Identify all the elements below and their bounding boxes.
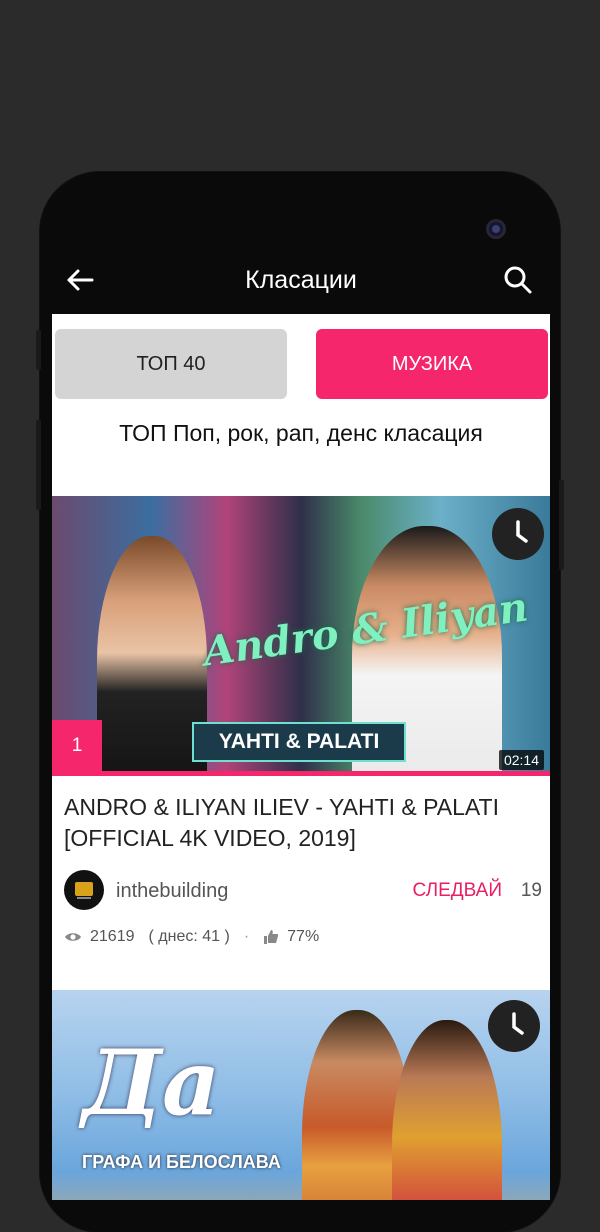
channel-row: inthebuilding СЛЕДВАЙ 19 xyxy=(64,870,542,914)
like-percentage: 77% xyxy=(287,928,320,945)
stats-separator: · xyxy=(243,928,250,945)
thumbnail-accent-line xyxy=(52,771,550,776)
screen-content: ТОП 40 МУЗИКА ТОП Поп, рок, рап, денс кл… xyxy=(52,314,550,1200)
rank-badge: 1 xyxy=(52,720,102,772)
tab-top40-label: ТОП 40 xyxy=(136,352,206,375)
thumbnail-person-man xyxy=(392,1020,502,1200)
video-thumbnail-2[interactable]: Да ГРАФА И БЕЛОСЛАВА xyxy=(52,990,550,1200)
view-count: 21619 xyxy=(90,928,135,945)
thumbnail-song-title: YAHTI & PALATI xyxy=(192,722,406,762)
tab-music-label: МУЗИКА xyxy=(391,352,473,375)
eye-icon xyxy=(64,930,82,944)
thumbnail-person-left xyxy=(97,536,207,776)
video-duration: 02:14 xyxy=(498,750,544,770)
tab-music[interactable]: МУЗИКА xyxy=(316,329,548,399)
app-bar: Класации xyxy=(52,248,550,314)
search-icon[interactable] xyxy=(500,262,536,298)
watch-later-clock-icon-2[interactable] xyxy=(488,1000,540,1052)
thumbnail-caption-2: ГРАФА И БЕЛОСЛАВА xyxy=(82,1152,281,1172)
phone-side-button-left xyxy=(36,330,41,370)
channel-name[interactable]: inthebuilding xyxy=(116,880,228,903)
thumbs-up-icon xyxy=(263,929,279,945)
follower-count: 19 xyxy=(520,880,542,901)
page-title: Класации xyxy=(245,266,357,294)
front-camera xyxy=(486,219,506,239)
watch-later-clock-icon[interactable] xyxy=(492,508,544,560)
thumbnail-logo-text-2: Да xyxy=(82,1030,221,1136)
video-title[interactable]: ANDRO & ILIYAN ILIEV - YAHTI & PALATI [O… xyxy=(64,792,544,854)
phone-side-button-left-2 xyxy=(36,420,41,510)
today-views: ( днес: 41 ) xyxy=(148,928,230,945)
video-stats: 21619 ( днес: 41 ) · 77% xyxy=(64,928,319,946)
video-thumbnail[interactable]: Andro & Iliyan YAHTI & PALATI 02:14 1 xyxy=(52,496,550,776)
follow-button[interactable]: СЛЕДВАЙ xyxy=(413,880,502,902)
phone-side-button-right xyxy=(559,480,564,570)
tab-top40[interactable]: ТОП 40 xyxy=(55,329,287,399)
channel-avatar[interactable] xyxy=(64,870,104,910)
chart-subtitle: ТОП Поп, рок, рап, денс класация xyxy=(119,420,483,446)
